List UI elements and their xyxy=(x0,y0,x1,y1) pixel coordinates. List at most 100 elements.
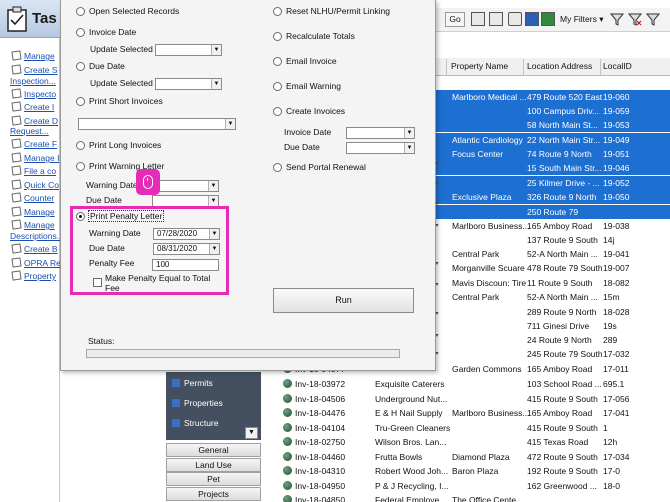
column-header-localid[interactable]: LocalID xyxy=(603,61,632,71)
task-link-manage-2[interactable]: Manage xyxy=(11,206,55,218)
label-print-long: Print Long Invoices xyxy=(89,140,162,150)
task-pane-title: Tas xyxy=(32,10,57,27)
nav-item-permits[interactable]: Permits xyxy=(172,378,213,392)
dialog-scrollbar[interactable]: ▾ ▾ ▾ ▾ ▾ ▾ ▾ ▾ ▾ xyxy=(433,160,441,360)
task-link-request[interactable]: Request... xyxy=(10,126,49,137)
table-cell-local: 289 xyxy=(603,335,618,345)
task-link-create-i[interactable]: Create I xyxy=(11,101,54,113)
nav-scroll-down-icon[interactable]: ▼ xyxy=(245,427,258,439)
task-link-inspecto[interactable]: Inspecto xyxy=(11,88,56,100)
task-link-descriptions[interactable]: Descriptions... xyxy=(10,231,64,242)
due-date-combo[interactable]: ▼ xyxy=(155,78,222,90)
clipboard-icon xyxy=(11,179,22,190)
invoice-date-combo[interactable]: ▼ xyxy=(155,44,222,56)
nav-tab-projects[interactable]: Projects xyxy=(166,487,261,501)
table-cell-address: 100 Campus Driv... xyxy=(527,106,600,116)
table-cell-property: Atlantic Cardiology xyxy=(452,135,523,145)
radio-email-invoice[interactable] xyxy=(273,57,282,66)
table-row[interactable]: Inv-18-04850 Federal Employe... The Office… xyxy=(265,493,670,502)
table-row[interactable]: Inv-18-04104 Tru-Green Cleaners 415 Route … xyxy=(265,421,670,435)
task-link-quick-co[interactable]: Quick Co xyxy=(11,179,59,191)
create-invoice-date-combo[interactable]: ▼ xyxy=(346,127,415,139)
filter-icon[interactable] xyxy=(610,12,624,26)
structure-icon xyxy=(172,419,180,427)
table-cell-address: 165 Amboy Road xyxy=(527,364,593,374)
clear-filter-icon[interactable] xyxy=(628,12,642,26)
radio-invoice-date[interactable] xyxy=(76,28,85,37)
run-button[interactable]: Run xyxy=(273,288,414,313)
clipboard-icon xyxy=(11,88,22,99)
radio-send-portal[interactable] xyxy=(273,163,282,172)
table-row[interactable]: Inv-18-03972 Exquisite Caterers 103 School… xyxy=(265,377,670,391)
penalty-highlight-box xyxy=(70,206,229,295)
scroll-arrow-icon: ▾ xyxy=(435,161,439,167)
table-cell-address: 52-A North Main ... xyxy=(527,292,598,302)
list-view-icon[interactable] xyxy=(489,12,503,26)
table-row[interactable]: Inv-18-02750 Wilson Bros. Lan... 415 Texas… xyxy=(265,435,670,449)
clipboard-icon xyxy=(11,138,22,149)
label-warning-date: Warning Date xyxy=(86,180,138,190)
task-link-manage[interactable]: Manage xyxy=(11,50,55,62)
task-link-manage-i[interactable]: Manage I xyxy=(11,152,59,164)
table-row[interactable]: Inv-18-04310 Robert Wood Joh... Baron Plaz… xyxy=(265,464,670,478)
table-row[interactable]: Inv-18-04506 Underground Nut... 415 Route … xyxy=(265,392,670,406)
column-separator[interactable] xyxy=(446,59,447,75)
task-link-create-s[interactable]: Create S xyxy=(11,64,58,76)
nav-tab-land-use[interactable]: Land Use xyxy=(166,458,261,472)
dropdown-arrow-icon: ▼ xyxy=(211,45,221,55)
table-cell-address: 11 Route 9 South xyxy=(527,278,593,288)
nav-tab-pet[interactable]: Pet xyxy=(166,472,261,486)
task-link-manage-3[interactable]: Manage xyxy=(11,219,55,231)
table-cell-local: 19s xyxy=(603,321,617,331)
label-recalculate: Recalculate Totals xyxy=(286,31,355,41)
table-row[interactable]: Inv-18-04476 E & H Nail Supply Marlboro Bu… xyxy=(265,406,670,420)
my-filters-dropdown[interactable]: My Filters ▾ xyxy=(560,14,603,25)
label-update-selected: Update Selected xyxy=(90,78,153,88)
task-link-create-b[interactable]: Create B xyxy=(11,243,58,255)
short-invoice-template-combo[interactable]: ▼ xyxy=(78,118,236,130)
task-link-inspection[interactable]: Inspection... xyxy=(10,76,56,87)
word-export-icon[interactable] xyxy=(525,12,539,26)
radio-recalculate[interactable] xyxy=(273,32,282,41)
dropdown-arrow-icon: ▼ xyxy=(404,128,414,138)
radio-print-short[interactable] xyxy=(76,97,85,106)
table-row[interactable]: Inv-18-04460 Frutta Bowls Diamond Plaza 472… xyxy=(265,450,670,464)
column-separator[interactable] xyxy=(600,59,601,75)
radio-create-invoices[interactable] xyxy=(273,107,282,116)
nav-tab-general[interactable]: General xyxy=(166,443,261,457)
task-link-file-a-co[interactable]: File a co xyxy=(11,165,56,177)
radio-open-selected[interactable] xyxy=(76,7,85,16)
task-link-counter[interactable]: Counter xyxy=(11,192,54,204)
table-cell-name: E & H Nail Supply xyxy=(375,408,443,418)
filter-settings-icon[interactable] xyxy=(646,12,660,26)
column-separator[interactable] xyxy=(523,59,524,75)
task-link-property[interactable]: Property xyxy=(11,270,56,282)
nav-item-properties[interactable]: Properties xyxy=(172,398,223,412)
table-row[interactable]: Inv-18-04950 P & J Recycling, I... 162 Gre… xyxy=(265,479,670,493)
radio-print-warning[interactable] xyxy=(76,162,85,171)
task-link-opra[interactable]: OPRA Re xyxy=(11,257,61,269)
nav-item-structure[interactable]: Structure xyxy=(172,418,219,432)
create-due-date-combo[interactable]: ▼ xyxy=(346,142,415,154)
warning-date-combo[interactable]: ▼ xyxy=(152,180,219,192)
go-button[interactable]: Go xyxy=(445,12,465,27)
excel-export-icon[interactable] xyxy=(541,12,555,26)
radio-reset-linking[interactable] xyxy=(273,7,282,16)
table-cell-local: 19-053 xyxy=(603,120,630,130)
table-cell-local: 18-082 xyxy=(603,278,630,288)
label-create-invoices: Create Invoices xyxy=(286,106,346,116)
column-header-property-name[interactable]: Property Name xyxy=(451,61,508,71)
grid-view-icon[interactable] xyxy=(471,12,485,26)
radio-due-date[interactable] xyxy=(76,62,85,71)
table-cell-address: 415 Route 9 South xyxy=(527,394,598,404)
column-header-location-address[interactable]: Location Address xyxy=(527,61,592,71)
clipboard-icon xyxy=(11,257,22,268)
label-print-short: Print Short Invoices xyxy=(89,96,163,106)
radio-print-long[interactable] xyxy=(76,141,85,150)
table-cell-local: 19-046 xyxy=(603,163,630,173)
table-cell-property: Focus Center xyxy=(452,149,504,159)
table-cell-property: Morganville Scuare xyxy=(452,263,525,273)
print-icon[interactable] xyxy=(508,12,522,26)
radio-email-warning[interactable] xyxy=(273,82,282,91)
task-link-create-f[interactable]: Create F xyxy=(11,138,57,150)
